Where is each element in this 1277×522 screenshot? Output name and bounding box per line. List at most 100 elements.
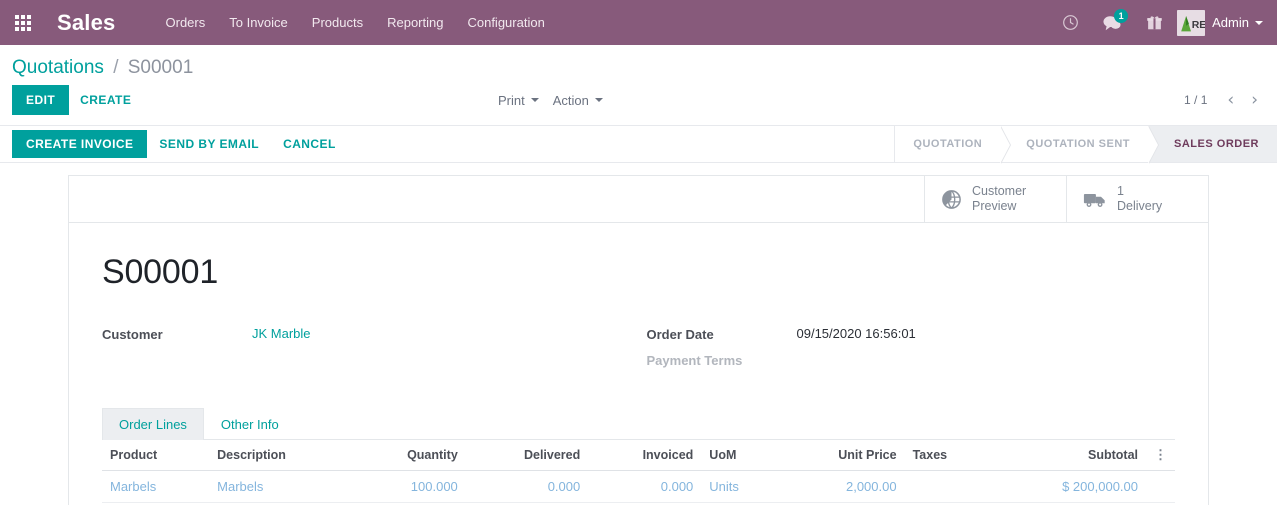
clock-icon: [1062, 15, 1078, 30]
field-value-customer[interactable]: JK Marble: [252, 326, 311, 341]
cell-subtotal[interactable]: $ 200,000.00: [990, 470, 1146, 503]
column-header-description: Description: [209, 440, 353, 471]
menu-item-configuration[interactable]: Configuration: [455, 2, 556, 43]
status-pipeline: QUOTATION QUOTATION SENT SALES ORDER: [894, 126, 1277, 164]
field-label-order-date: Order Date: [646, 327, 714, 342]
cell-row-options: [1146, 470, 1175, 503]
field-order-date: Order Date 09/15/2020 16:56:01: [647, 326, 1176, 342]
smart-button-bar: Customer Preview 1 Delivery: [69, 176, 1208, 223]
form-column-right: Order Date 09/15/2020 16:56:01 Payment T…: [639, 326, 1176, 378]
top-navbar: Sales Orders To Invoice Products Reporti…: [0, 0, 1277, 45]
control-panel: Quotations / S00001 EDIT CREATE Print Ac…: [0, 45, 1277, 126]
statusbar-row: CREATE INVOICE SEND BY EMAIL CANCEL QUOT…: [0, 126, 1277, 164]
customer-preview-button[interactable]: Customer Preview: [924, 176, 1066, 222]
print-dropdown[interactable]: Print: [498, 93, 539, 108]
field-label-customer: Customer: [102, 327, 163, 342]
cell-quantity[interactable]: 100.000: [352, 470, 466, 503]
print-label: Print: [498, 92, 525, 108]
form-column-left: Customer JK Marble: [102, 326, 639, 378]
send-by-email-button[interactable]: SEND BY EMAIL: [147, 131, 271, 157]
globe-icon: [942, 189, 961, 209]
cell-description[interactable]: Marbels: [209, 470, 353, 503]
column-header-quantity: Quantity: [352, 440, 466, 471]
delivery-button[interactable]: 1 Delivery: [1066, 176, 1208, 222]
field-label-payment-terms: Payment Terms: [646, 353, 743, 368]
smart-button-line1: 1: [1117, 184, 1124, 198]
tab-order-lines[interactable]: Order Lines: [102, 408, 204, 440]
cell-taxes[interactable]: [904, 470, 991, 503]
page-title: S00001: [102, 253, 219, 291]
cell-uom[interactable]: Units: [701, 470, 779, 503]
app-brand-sales[interactable]: Sales: [57, 10, 116, 36]
column-header-unit-price: Unit Price: [778, 440, 905, 471]
table-header: Product Description Quantity Delivered I…: [102, 440, 1175, 471]
breadcrumb-row: Quotations / S00001: [12, 45, 1265, 85]
pager: 1 / 1 ‹ ›: [1184, 91, 1265, 109]
cell-product[interactable]: Marbels: [102, 470, 210, 503]
truck-icon: [1083, 193, 1105, 207]
pager-value: 1 / 1: [1184, 93, 1208, 107]
sheet-body: S00001 Customer JK Marble Order Date 09/…: [69, 223, 1208, 503]
svg-text:RE: RE: [1192, 18, 1205, 30]
apps-menu-button[interactable]: [0, 0, 46, 45]
activity-clock-button[interactable]: [1053, 0, 1087, 45]
user-name: Admin: [1212, 15, 1249, 30]
create-invoice-button[interactable]: CREATE INVOICE: [12, 130, 148, 158]
gift-icon: [1146, 16, 1162, 30]
field-value-order-date[interactable]: 09/15/2020 16:56:01: [797, 326, 916, 341]
form-content-area: Customer Preview 1 Delivery S00001 Custo…: [0, 175, 1277, 515]
cancel-button[interactable]: CANCEL: [271, 131, 348, 157]
delivery-label: 1 Delivery: [1117, 184, 1162, 214]
statusbar-actions: CREATE INVOICE SEND BY EMAIL CANCEL: [12, 126, 348, 162]
column-header-taxes: Taxes: [904, 440, 991, 471]
breadcrumb-separator: /: [113, 57, 119, 78]
gift-button[interactable]: [1137, 0, 1171, 45]
breadcrumb-quotations[interactable]: Quotations: [12, 57, 104, 78]
chevron-down-icon: [530, 98, 539, 102]
pager-previous-button[interactable]: ‹: [1220, 91, 1241, 109]
field-customer: Customer JK Marble: [102, 326, 639, 342]
pager-next-button[interactable]: ›: [1244, 91, 1265, 109]
tab-other-info[interactable]: Other Info: [204, 408, 296, 440]
column-header-invoiced: Invoiced: [588, 440, 702, 471]
column-header-uom: UoM: [701, 440, 779, 471]
avatar: RE: [1177, 9, 1206, 36]
order-lines-table: Product Description Quantity Delivered I…: [102, 440, 1175, 503]
menu-item-products[interactable]: Products: [300, 2, 375, 43]
vertical-dots-icon: ⋮: [1154, 447, 1167, 462]
chevron-down-icon: [594, 98, 603, 102]
column-header-delivered: Delivered: [465, 440, 589, 471]
messages-button[interactable]: 1: [1095, 0, 1129, 45]
cell-invoiced[interactable]: 0.000: [588, 470, 702, 503]
menu-item-orders[interactable]: Orders: [154, 2, 218, 43]
smart-button-line1: Customer: [972, 184, 1027, 198]
table-row[interactable]: Marbels Marbels 100.000 0.000 0.000 Unit…: [102, 470, 1175, 503]
stage-quotation[interactable]: QUOTATION: [895, 126, 1012, 164]
control-panel-buttons: EDIT CREATE Print Action 1 / 1 ‹ ›: [12, 85, 1265, 125]
messages-badge: 1: [1114, 9, 1129, 23]
navbar-right-area: 1 RE Admin: [1053, 0, 1263, 45]
column-header-subtotal: Subtotal: [990, 440, 1146, 471]
cell-delivered[interactable]: 0.000: [465, 470, 589, 503]
menu-item-to-invoice[interactable]: To Invoice: [217, 2, 300, 43]
notebook: Order Lines Other Info Product Descripti…: [102, 408, 1175, 503]
menu-item-reporting[interactable]: Reporting: [375, 2, 455, 43]
create-button[interactable]: CREATE: [69, 86, 142, 114]
field-payment-terms: Payment Terms: [647, 352, 1176, 368]
control-panel-dropdowns: Print Action: [498, 93, 603, 108]
customer-preview-label: Customer Preview: [972, 184, 1026, 214]
stage-sales-order[interactable]: SALES ORDER: [1148, 126, 1277, 162]
table-header-row: Product Description Quantity Delivered I…: [102, 440, 1175, 471]
breadcrumb: Quotations / S00001: [12, 57, 1265, 79]
edit-button[interactable]: EDIT: [12, 85, 70, 115]
stage-quotation-sent[interactable]: QUOTATION SENT: [1000, 126, 1159, 164]
column-options-button[interactable]: ⋮: [1146, 440, 1175, 471]
cell-unit-price[interactable]: 2,000.00: [778, 470, 905, 503]
breadcrumb-current: S00001: [127, 57, 194, 78]
column-header-product: Product: [102, 440, 210, 471]
form-fields: Customer JK Marble Order Date 09/15/2020…: [102, 326, 1175, 378]
action-dropdown[interactable]: Action: [553, 93, 603, 108]
smart-button-line2: Delivery: [1117, 199, 1163, 213]
user-menu[interactable]: RE Admin: [1171, 9, 1263, 36]
notebook-tabs: Order Lines Other Info: [102, 408, 1175, 440]
